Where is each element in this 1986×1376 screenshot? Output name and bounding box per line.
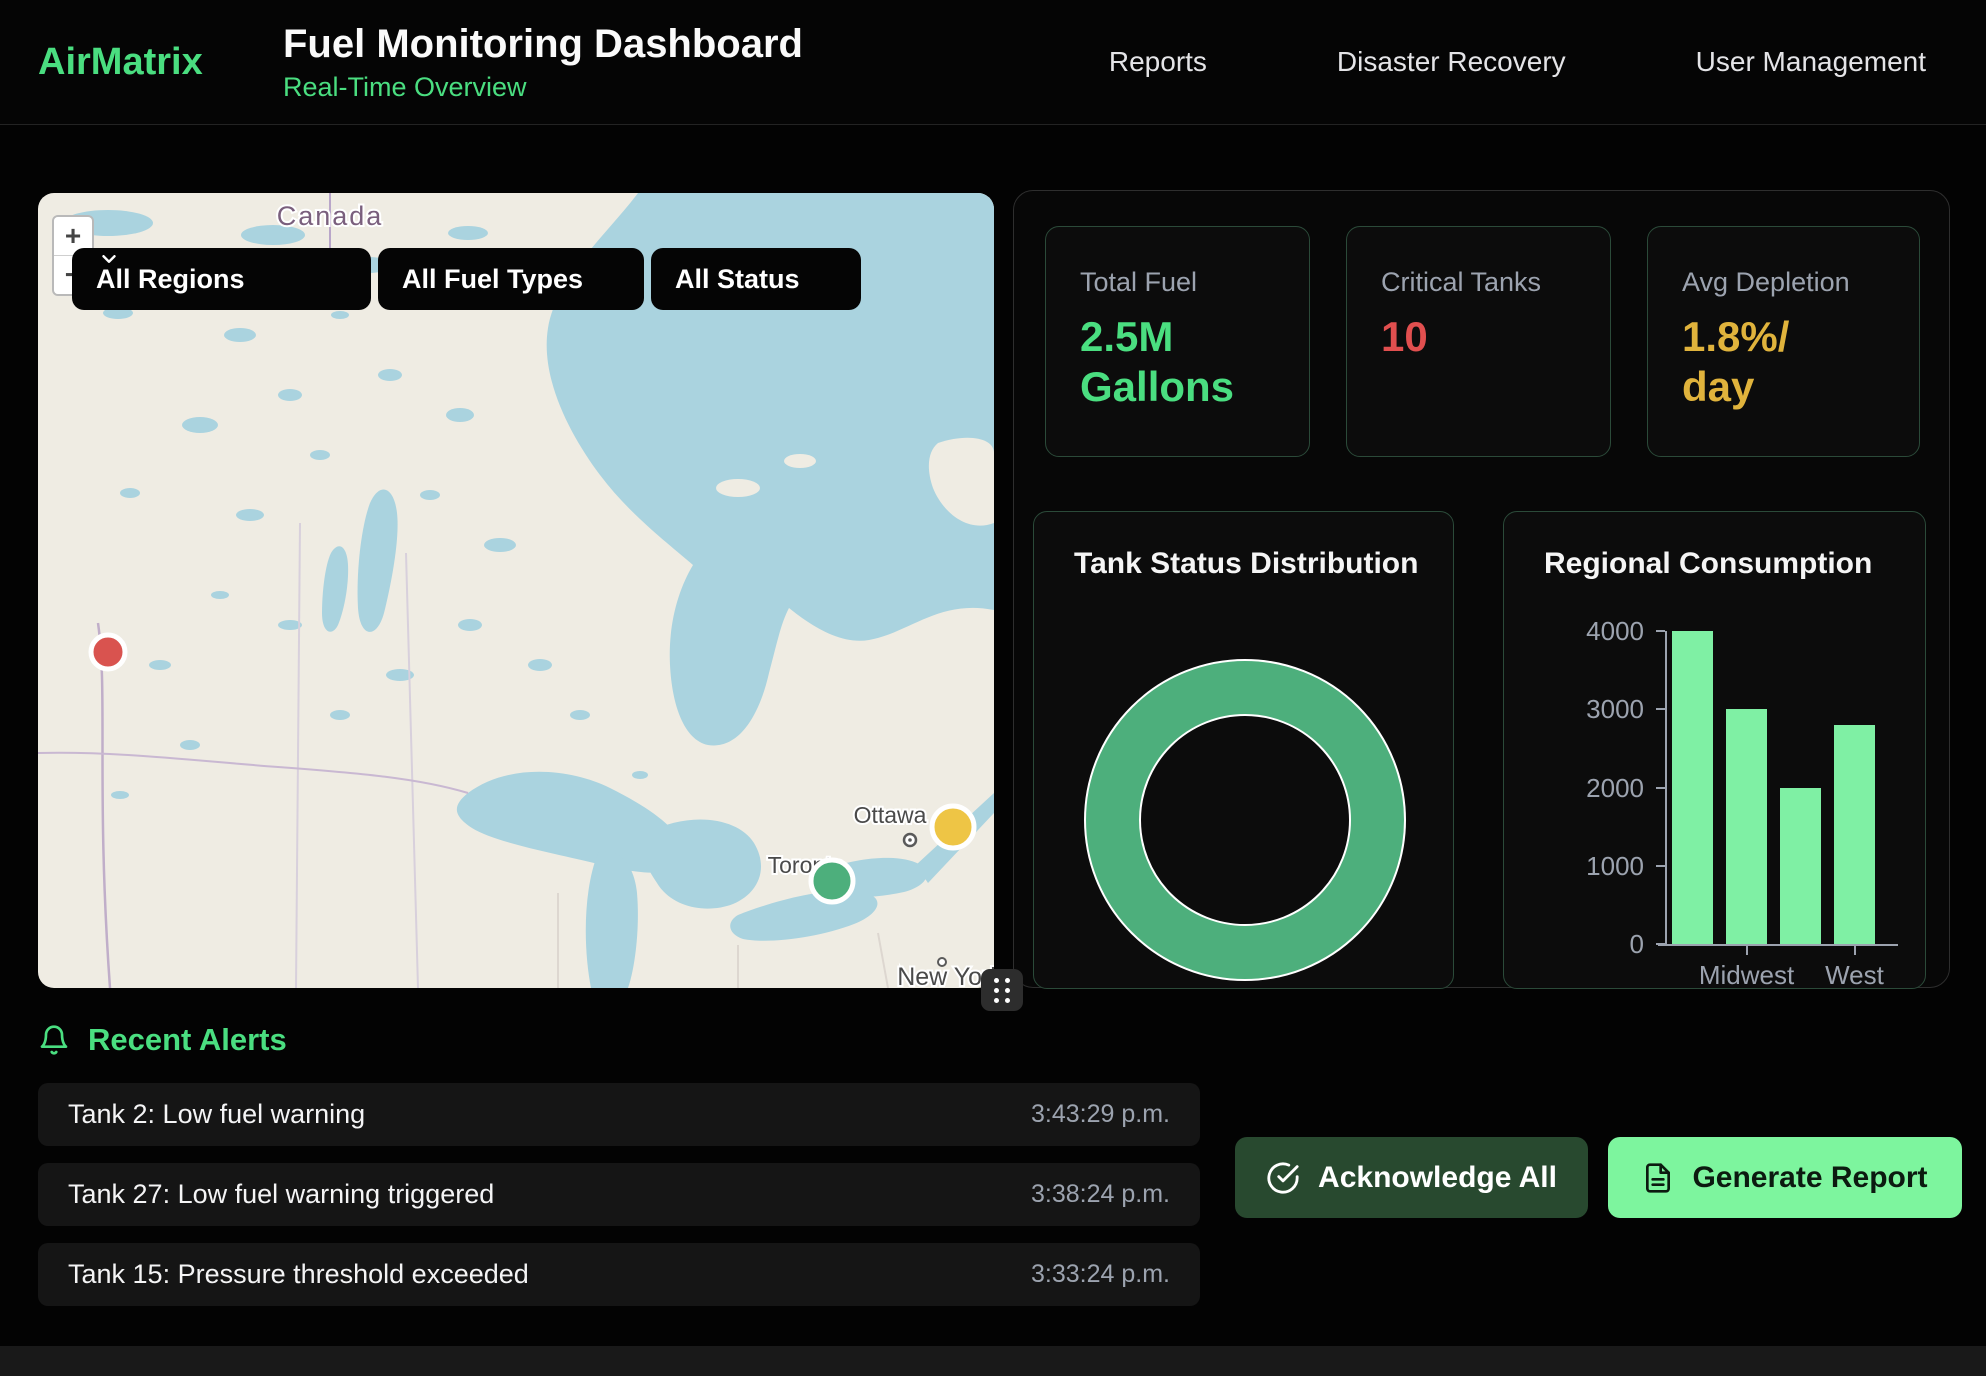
overview-panel: Total Fuel 2.5M Gallons Critical Tanks 1…: [1013, 190, 1950, 988]
stat-value: 2.5M Gallons: [1080, 312, 1309, 413]
alert-timestamp: 3:33:24 p.m.: [1031, 1260, 1170, 1289]
stat-card: Avg Depletion 1.8%/ day: [1647, 226, 1920, 457]
x-tick-mark: [1854, 946, 1856, 955]
stat-label: Critical Tanks: [1381, 267, 1610, 298]
alert-timestamp: 3:38:24 p.m.: [1031, 1180, 1170, 1209]
bell-icon: [38, 1023, 70, 1057]
bar-region-3[interactable]: [1780, 788, 1821, 945]
stat-card: Total Fuel 2.5M Gallons: [1045, 226, 1310, 457]
y-tick-mark: [1656, 630, 1665, 632]
tank-marker-warning: [932, 806, 974, 848]
stat-value: 1.8%/ day: [1682, 312, 1919, 413]
y-tick-mark: [1656, 787, 1665, 789]
alert-message: Tank 15: Pressure threshold exceeded: [68, 1259, 529, 1290]
generate-report-label: Generate Report: [1692, 1161, 1927, 1195]
y-tick-mark: [1656, 865, 1665, 867]
y-tick-label: 4000: [1514, 616, 1644, 647]
fuel-map[interactable]: Canada Ottawa Toronto New York + − All R…: [38, 193, 994, 988]
x-axis: [1658, 944, 1898, 946]
bar-West[interactable]: [1834, 725, 1875, 944]
x-tick-label: West: [1785, 960, 1925, 991]
title-block: Fuel Monitoring Dashboard Real-Time Over…: [283, 22, 803, 103]
stat-label: Total Fuel: [1080, 267, 1309, 298]
bar-region-1[interactable]: [1672, 631, 1713, 944]
chevron-down-icon: [98, 248, 120, 270]
y-tick-mark: [1656, 943, 1665, 945]
recent-alerts-header: Recent Alerts: [38, 1022, 287, 1058]
stat-card: Critical Tanks 10: [1346, 226, 1611, 457]
alert-row[interactable]: Tank 2: Low fuel warning 3:43:29 p.m.: [38, 1083, 1200, 1146]
map-label-newyork: New York: [897, 963, 994, 988]
dashboard-screen: AirMatrix Fuel Monitoring Dashboard Real…: [0, 0, 1986, 1376]
map-label-ottawa: Ottawa: [854, 802, 927, 828]
filter-label: All Status: [675, 264, 800, 295]
y-tick-label: 2000: [1514, 773, 1644, 804]
y-tick-label: 3000: [1514, 694, 1644, 725]
donut-chart-title: Tank Status Distribution: [1074, 547, 1418, 581]
brand-logo[interactable]: AirMatrix: [38, 41, 268, 84]
y-tick-label: 0: [1514, 929, 1644, 960]
alert-row[interactable]: Tank 15: Pressure threshold exceeded 3:3…: [38, 1243, 1200, 1306]
map-filter-select[interactable]: All Status: [651, 248, 861, 310]
nav-item-disaster-recovery[interactable]: Disaster Recovery: [1337, 46, 1566, 78]
map-canvas: Canada Ottawa Toronto New York: [38, 193, 994, 988]
acknowledge-all-button[interactable]: Acknowledge All: [1235, 1137, 1588, 1218]
map-label-canada: Canada: [277, 201, 384, 231]
nav-item-reports[interactable]: Reports: [1109, 46, 1207, 78]
donut-hole: [1139, 714, 1351, 926]
y-tick-mark: [1656, 708, 1665, 710]
generate-report-button[interactable]: Generate Report: [1608, 1137, 1962, 1218]
map-filter-select[interactable]: All Fuel Types: [378, 248, 644, 310]
filter-label: All Fuel Types: [402, 264, 583, 295]
page-title: Fuel Monitoring Dashboard: [283, 22, 803, 66]
alert-message: Tank 2: Low fuel warning: [68, 1099, 365, 1130]
tank-status-card: Tank Status Distribution: [1033, 511, 1454, 989]
map-resize-handle[interactable]: [981, 969, 1023, 1011]
y-axis: [1665, 631, 1667, 946]
regional-consumption-bar-chart[interactable]: 01000200030004000MidwestWest: [1504, 512, 1927, 990]
y-tick-label: 1000: [1514, 851, 1644, 882]
bar-Midwest[interactable]: [1726, 709, 1767, 944]
footer-strip: [0, 1346, 1986, 1376]
x-tick-mark: [1746, 946, 1748, 955]
stats-row: Total Fuel 2.5M Gallons Critical Tanks 1…: [1045, 226, 1920, 457]
alert-timestamp: 3:43:29 p.m.: [1031, 1100, 1170, 1129]
check-circle-icon: [1266, 1161, 1300, 1195]
map-filters: All Regions All Fuel Types All Status: [72, 248, 861, 310]
stat-label: Avg Depletion: [1682, 267, 1919, 298]
tank-marker-critical: [91, 635, 125, 669]
page-subtitle: Real-Time Overview: [283, 72, 803, 103]
tank-status-donut-chart[interactable]: [1084, 659, 1406, 981]
stat-value: 10: [1381, 312, 1610, 362]
nav-item-user-management[interactable]: User Management: [1696, 46, 1926, 78]
alert-row[interactable]: Tank 27: Low fuel warning triggered 3:38…: [38, 1163, 1200, 1226]
document-icon: [1642, 1162, 1674, 1194]
alert-message: Tank 27: Low fuel warning triggered: [68, 1179, 494, 1210]
app-header: AirMatrix Fuel Monitoring Dashboard Real…: [0, 0, 1986, 125]
tank-marker-normal: [811, 860, 853, 902]
regional-consumption-card: Regional Consumption 01000200030004000Mi…: [1503, 511, 1926, 989]
main-nav: Reports Disaster Recovery User Management: [1109, 0, 1926, 124]
acknowledge-all-label: Acknowledge All: [1318, 1161, 1557, 1195]
recent-alerts-title: Recent Alerts: [88, 1022, 287, 1058]
